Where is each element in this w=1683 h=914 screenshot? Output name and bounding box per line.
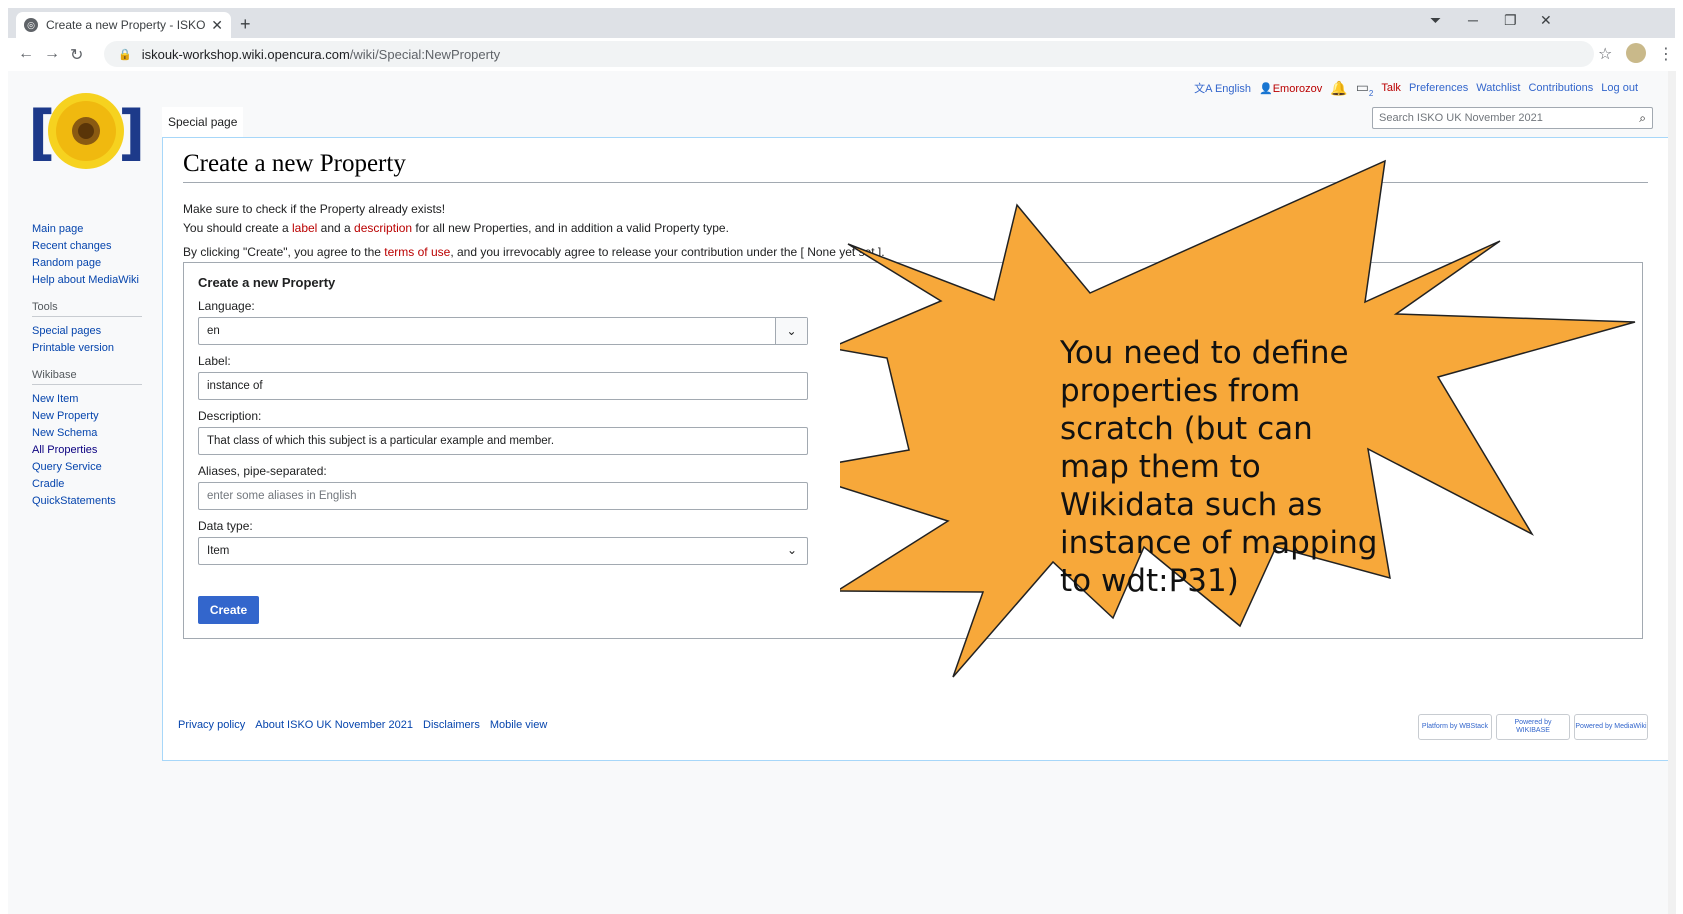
minimize-icon[interactable]: ─ — [1468, 12, 1478, 28]
intro-line-1: Make sure to check if the Property alrea… — [183, 202, 446, 216]
profile-avatar[interactable] — [1626, 43, 1646, 63]
footer-privacy[interactable]: Privacy policy — [178, 719, 245, 731]
chevron-down-icon[interactable]: ⌄ — [775, 318, 807, 344]
sidebar-item-cradle[interactable]: Cradle — [32, 476, 142, 493]
aliases-input[interactable]: enter some aliases in English — [198, 482, 808, 510]
chevron-down-icon: ⌄ — [786, 543, 797, 557]
tab-title: Create a new Property - ISKO UK — [46, 18, 206, 32]
search-placeholder: Search ISKO UK November 2021 — [1379, 112, 1543, 124]
intro-text: Make sure to check if the Property alrea… — [183, 200, 885, 262]
personal-tools: 文A English 👤Emorozov 🔔 ▭2 Talk Preferenc… — [1194, 79, 1638, 98]
menu-kebab-icon[interactable]: ⋮ — [1658, 44, 1674, 64]
intro-line-2: You should create a label and a descript… — [183, 221, 729, 235]
talk-link[interactable]: Talk — [1381, 82, 1401, 94]
sidebar-item-special-pages[interactable]: Special pages — [32, 323, 142, 340]
footer-mobile-view[interactable]: Mobile view — [490, 719, 547, 731]
footer-disclaimers[interactable]: Disclaimers — [423, 719, 480, 731]
reload-icon[interactable]: ↻ — [70, 45, 83, 65]
form-legend: Create a new Property — [198, 275, 336, 290]
window-close-icon[interactable]: ✕ — [1540, 12, 1552, 29]
wikibase-heading: Wikibase — [32, 369, 142, 385]
close-tab-icon[interactable]: ✕ — [211, 17, 223, 34]
browser-chrome: ◎ Create a new Property - ISKO UK ✕ + ⏷ … — [8, 8, 1675, 70]
site-logo[interactable]: [ ] — [26, 89, 146, 179]
footer-links: Privacy policy About ISKO UK November 20… — [178, 719, 547, 731]
user-icon: 👤 — [1259, 82, 1273, 95]
tools-heading: Tools — [32, 301, 142, 317]
sidebar-item-random-page[interactable]: Random page — [32, 255, 142, 272]
description-label: Description: — [198, 409, 262, 423]
search-input[interactable]: Search ISKO UK November 2021 ⌕ — [1372, 107, 1653, 129]
annotation-text: You need to define properties from scrat… — [1060, 335, 1378, 599]
tab-bar: ◎ Create a new Property - ISKO UK ✕ + ⏷ … — [8, 8, 1675, 38]
address-bar[interactable]: 🔒 iskouk-workshop.wiki.opencura.com /wik… — [104, 41, 1594, 67]
url-host: iskouk-workshop.wiki.opencura.com — [141, 46, 350, 62]
aliases-label: Aliases, pipe-separated: — [198, 464, 327, 478]
intro-line-3: By clicking "Create", you agree to the t… — [183, 245, 885, 259]
create-button[interactable]: Create — [198, 596, 259, 624]
notices-icon[interactable]: ▭2 — [1356, 79, 1374, 98]
sidebar-item-new-schema[interactable]: New Schema — [32, 425, 142, 442]
contributions-link[interactable]: Contributions — [1528, 82, 1593, 94]
sidebar-item-all-properties[interactable]: All Properties — [32, 442, 142, 459]
label-input[interactable]: instance of — [198, 372, 808, 400]
sidebar-item-quickstatements[interactable]: QuickStatements — [32, 493, 142, 510]
restore-icon[interactable]: ❐ — [1504, 12, 1517, 29]
browser-tab[interactable]: ◎ Create a new Property - ISKO UK ✕ — [16, 12, 231, 38]
terms-link[interactable]: terms of use — [384, 245, 450, 259]
label-label: Label: — [198, 354, 231, 368]
lock-icon: 🔒 — [118, 48, 132, 61]
preferences-link[interactable]: Preferences — [1409, 82, 1468, 94]
user-link[interactable]: 👤Emorozov — [1259, 82, 1322, 95]
bell-icon[interactable]: 🔔 — [1330, 80, 1347, 97]
sidebar-item-query-service[interactable]: Query Service — [32, 459, 142, 476]
bookmark-star-icon[interactable]: ☆ — [1598, 44, 1612, 64]
sidebar-item-recent-changes[interactable]: Recent changes — [32, 238, 142, 255]
watchlist-link[interactable]: Watchlist — [1476, 82, 1520, 94]
language-label: Language: — [198, 299, 255, 313]
sidebar-item-main-page[interactable]: Main page — [32, 221, 142, 238]
url-path: /wiki/Special:NewProperty — [349, 46, 501, 62]
sidebar-item-new-item[interactable]: New Item — [32, 391, 142, 408]
logout-link[interactable]: Log out — [1601, 82, 1638, 94]
datatype-select[interactable]: Item ⌄ — [198, 537, 808, 565]
tab-search-icon[interactable]: ⏷ — [1430, 12, 1441, 29]
new-tab-icon[interactable]: + — [240, 14, 251, 35]
label-link[interactable]: label — [292, 221, 317, 235]
language-link[interactable]: 文A English — [1194, 80, 1251, 96]
forward-icon[interactable]: → — [44, 45, 60, 63]
sidebar: Main page Recent changes Random page Hel… — [32, 221, 142, 510]
language-combobox[interactable]: en ⌄ — [198, 317, 808, 345]
sidebar-item-help[interactable]: Help about MediaWiki — [32, 272, 142, 289]
browser-toolbar: ← → ↻ 🔒 iskouk-workshop.wiki.opencura.co… — [8, 38, 1675, 70]
translate-icon: 文A — [1194, 83, 1212, 96]
sidebar-item-printable-version[interactable]: Printable version — [32, 340, 142, 357]
back-icon[interactable]: ← — [18, 45, 34, 63]
footer-about[interactable]: About ISKO UK November 2021 — [255, 719, 413, 731]
globe-icon: ◎ — [24, 18, 38, 32]
description-link[interactable]: description — [354, 221, 412, 235]
tab-special-page[interactable]: Special page — [162, 107, 244, 137]
search-icon[interactable]: ⌕ — [1639, 111, 1646, 126]
sidebar-item-new-property[interactable]: New Property — [32, 408, 142, 425]
description-input[interactable]: That class of which this subject is a pa… — [198, 427, 808, 455]
scrollbar[interactable] — [1668, 71, 1676, 914]
datatype-label: Data type: — [198, 519, 253, 533]
